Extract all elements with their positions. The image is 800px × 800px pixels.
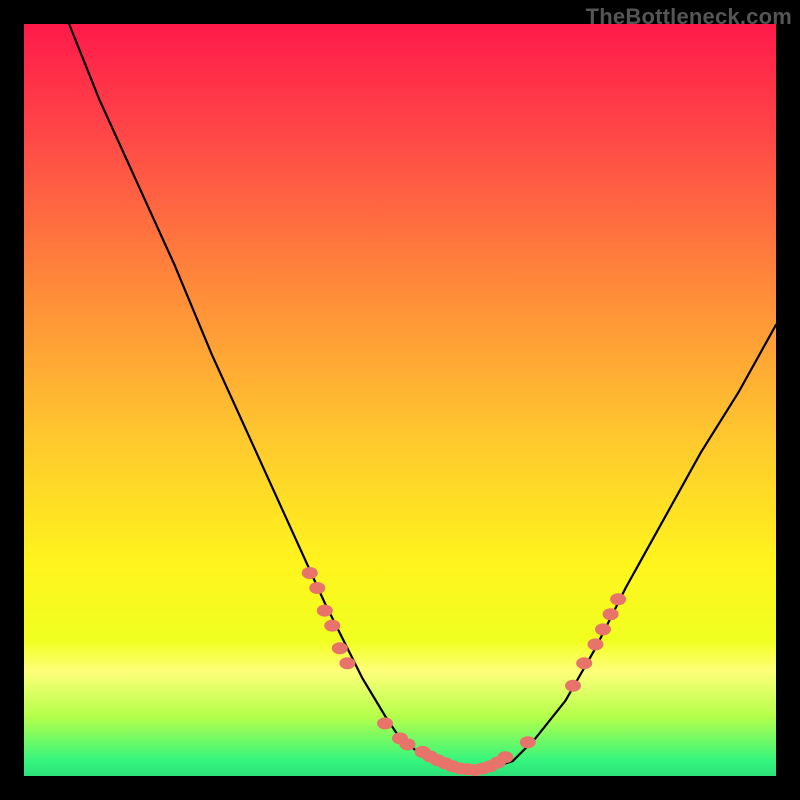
data-dot (603, 608, 619, 620)
data-dot (497, 751, 513, 763)
data-dot (595, 623, 611, 635)
data-dot (324, 620, 340, 632)
bottleneck-curve (69, 24, 776, 770)
data-dot (377, 717, 393, 729)
chart-svg (24, 24, 776, 776)
data-dot (576, 657, 592, 669)
data-dots (302, 567, 626, 776)
data-dot (565, 680, 581, 692)
data-dot (332, 642, 348, 654)
data-dot (610, 593, 626, 605)
data-dot (302, 567, 318, 579)
data-dot (588, 638, 604, 650)
data-dot (317, 605, 333, 617)
data-dot (400, 738, 416, 750)
data-dot (309, 582, 325, 594)
data-dot (339, 657, 355, 669)
data-dot (520, 736, 536, 748)
chart-root (24, 24, 776, 776)
